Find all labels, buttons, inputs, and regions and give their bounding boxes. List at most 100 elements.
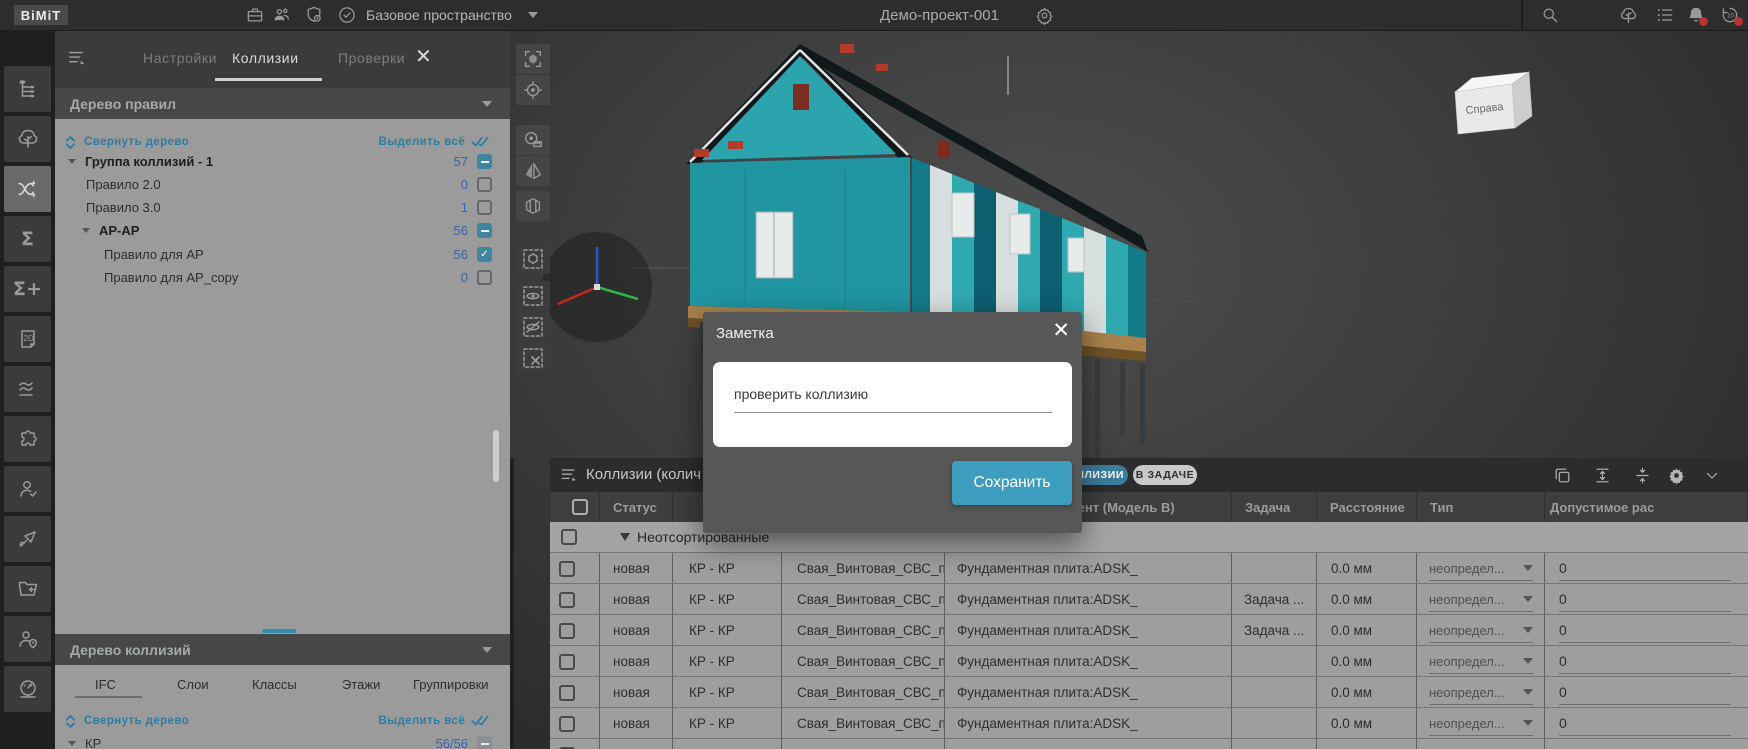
selection-box-button[interactable] bbox=[516, 244, 550, 274]
node-checkbox[interactable] bbox=[477, 154, 492, 169]
allowed-distance-field[interactable]: 0 bbox=[1559, 618, 1731, 643]
projects-icon[interactable] bbox=[243, 4, 267, 26]
tab-groupings[interactable]: Группировки bbox=[413, 677, 489, 692]
close-panel-icon[interactable]: ✕ bbox=[415, 47, 432, 67]
team-icon[interactable] bbox=[270, 4, 294, 26]
tab-checks[interactable]: Проверки bbox=[338, 50, 405, 66]
node-checkbox[interactable] bbox=[477, 736, 492, 749]
node-checkbox[interactable] bbox=[477, 247, 492, 262]
row-checkbox[interactable] bbox=[559, 561, 575, 577]
row-checkbox[interactable] bbox=[559, 716, 575, 732]
node-checkbox[interactable] bbox=[477, 200, 492, 215]
row-checkbox[interactable] bbox=[559, 592, 575, 608]
header-task[interactable]: Задача bbox=[1232, 492, 1317, 522]
header-status[interactable]: Статус bbox=[600, 492, 673, 522]
type-dropdown[interactable]: неопредел... bbox=[1429, 556, 1533, 581]
table-row[interactable]: новаяКР - КРСвая_Винтовая_СВС_по_ТУ_Фунд… bbox=[550, 645, 1748, 677]
dashboard-gauge-tool[interactable] bbox=[4, 666, 51, 712]
collapse-tree-link[interactable]: Свернуть дерево bbox=[84, 715, 189, 727]
panel-resize-grip[interactable] bbox=[493, 430, 499, 482]
user-location-tool[interactable] bbox=[4, 616, 51, 662]
table-row[interactable]: новаяКР - КРСвая_Винтовая_СВС_по_ТУ_Фунд… bbox=[550, 552, 1748, 584]
tab-layers[interactable]: Слои bbox=[177, 677, 209, 692]
shield-status-icon[interactable] bbox=[302, 4, 326, 26]
header-allowed-distance[interactable]: Допустимое рас bbox=[1545, 492, 1748, 522]
tree-node-group[interactable]: Группа коллизий - 1 57 bbox=[55, 150, 510, 173]
collisions-tool[interactable] bbox=[4, 166, 51, 212]
model-tree-icon[interactable] bbox=[1616, 4, 1640, 26]
type-dropdown[interactable]: неопредел... bbox=[1429, 649, 1533, 674]
allowed-distance-field[interactable]: 0 bbox=[1559, 711, 1731, 736]
table-row[interactable]: новаяКР - КРСвая_Винтовая_СВС_по_ТУ_Фунд… bbox=[550, 738, 1748, 749]
section-box-button[interactable] bbox=[516, 191, 550, 221]
approvals-tool[interactable] bbox=[4, 466, 51, 512]
show-selected-button[interactable] bbox=[516, 281, 550, 311]
table-row[interactable]: новаяКР - КРСвая_Винтовая_СВС_по_ТУ_Фунд… bbox=[550, 614, 1748, 646]
plugins-tool[interactable] bbox=[4, 416, 51, 462]
workspace-selector[interactable]: Базовое пространство bbox=[366, 0, 512, 30]
construction-tool[interactable] bbox=[4, 516, 51, 562]
sum-add-tool[interactable]: Σ+ bbox=[4, 266, 51, 312]
node-checkbox[interactable] bbox=[477, 177, 492, 192]
collapse-tree-link[interactable]: Свернуть дерево bbox=[84, 136, 189, 148]
double-check-icon[interactable] bbox=[470, 714, 492, 728]
hide-selected-button[interactable] bbox=[516, 312, 550, 342]
panel-splitter-handle[interactable] bbox=[262, 629, 296, 633]
collisions-tree-header[interactable]: Дерево коллизий bbox=[55, 634, 510, 665]
header-select-all[interactable] bbox=[550, 492, 600, 522]
2d-view-tool[interactable]: 2D bbox=[4, 316, 51, 362]
workspace-caret-icon[interactable] bbox=[528, 12, 538, 18]
row-height-icon[interactable] bbox=[1590, 464, 1614, 486]
tree-node-rule[interactable]: Правило для АР_copy 0 bbox=[55, 266, 510, 289]
allowed-distance-field[interactable]: 0 bbox=[1559, 649, 1731, 674]
node-checkbox[interactable] bbox=[477, 270, 492, 285]
fit-rows-icon[interactable] bbox=[1630, 464, 1654, 486]
structure-tree-tool[interactable] bbox=[4, 66, 51, 112]
tree-node-subgroup[interactable]: АР-АР 56 bbox=[55, 219, 510, 242]
sum-tool[interactable]: Σ bbox=[4, 216, 51, 262]
group-checkbox[interactable] bbox=[561, 529, 577, 545]
duplicate-icon[interactable] bbox=[1550, 464, 1574, 486]
zoom-fit-button[interactable] bbox=[516, 44, 550, 74]
allowed-distance-field[interactable]: 0 bbox=[1559, 742, 1731, 749]
tab-collisions[interactable]: Коллизии bbox=[232, 50, 299, 66]
select-all-link[interactable]: Выделить всё bbox=[379, 136, 465, 148]
tab-classes[interactable]: Классы bbox=[252, 677, 297, 692]
task-list-icon[interactable] bbox=[1653, 4, 1677, 26]
locate-button[interactable] bbox=[516, 75, 550, 105]
charts-tool[interactable] bbox=[4, 366, 51, 412]
row-checkbox[interactable] bbox=[559, 623, 575, 639]
tree-node-kr[interactable]: КР 56/56 bbox=[55, 732, 510, 749]
section-flip-button[interactable] bbox=[516, 156, 550, 186]
double-check-icon[interactable] bbox=[470, 135, 492, 149]
tab-floors[interactable]: Этажи bbox=[342, 677, 380, 692]
export-folder-tool[interactable] bbox=[4, 566, 51, 612]
tab-ifc[interactable]: IFC bbox=[95, 677, 116, 692]
table-row[interactable]: новаяКР - КРСвая_Винтовая_СВС_по_ТУ_Фунд… bbox=[550, 676, 1748, 708]
collapse-table-chevron-icon[interactable] bbox=[1700, 464, 1724, 486]
row-checkbox[interactable] bbox=[559, 654, 575, 670]
allowed-distance-field[interactable]: 0 bbox=[1559, 680, 1731, 705]
clear-selection-button[interactable] bbox=[516, 343, 550, 373]
type-dropdown[interactable]: неопредел... bbox=[1429, 711, 1533, 736]
node-expand-arrow[interactable] bbox=[68, 159, 76, 164]
save-button[interactable]: Сохранить bbox=[952, 461, 1072, 505]
dialog-close-icon[interactable]: ✕ bbox=[1052, 320, 1070, 342]
rules-tree-header[interactable]: Дерево правил bbox=[55, 88, 510, 119]
table-menu-icon[interactable] bbox=[559, 465, 579, 490]
node-checkbox[interactable] bbox=[477, 223, 492, 238]
type-dropdown[interactable]: неопредел... bbox=[1429, 742, 1533, 749]
type-dropdown[interactable]: неопредел... bbox=[1429, 618, 1533, 643]
tree-node-rule[interactable]: Правило для АР 56 bbox=[55, 243, 510, 266]
header-type[interactable]: Тип bbox=[1417, 492, 1545, 522]
table-row[interactable]: новаяКР - КРСвая_Винтовая_СВС_по_ТУ_Фунд… bbox=[550, 583, 1748, 615]
table-settings-gear-icon[interactable] bbox=[1664, 464, 1688, 486]
node-expand-arrow[interactable] bbox=[68, 741, 76, 746]
allowed-distance-field[interactable]: 0 bbox=[1559, 556, 1731, 581]
row-checkbox[interactable] bbox=[559, 685, 575, 701]
type-dropdown[interactable]: неопредел... bbox=[1429, 587, 1533, 612]
node-expand-arrow[interactable] bbox=[82, 228, 90, 233]
select-all-link[interactable]: Выделить всё bbox=[379, 715, 465, 727]
select-all-checkbox[interactable] bbox=[572, 499, 588, 515]
filter-in-task-pill[interactable]: В ЗАДАЧЕ bbox=[1133, 465, 1197, 485]
